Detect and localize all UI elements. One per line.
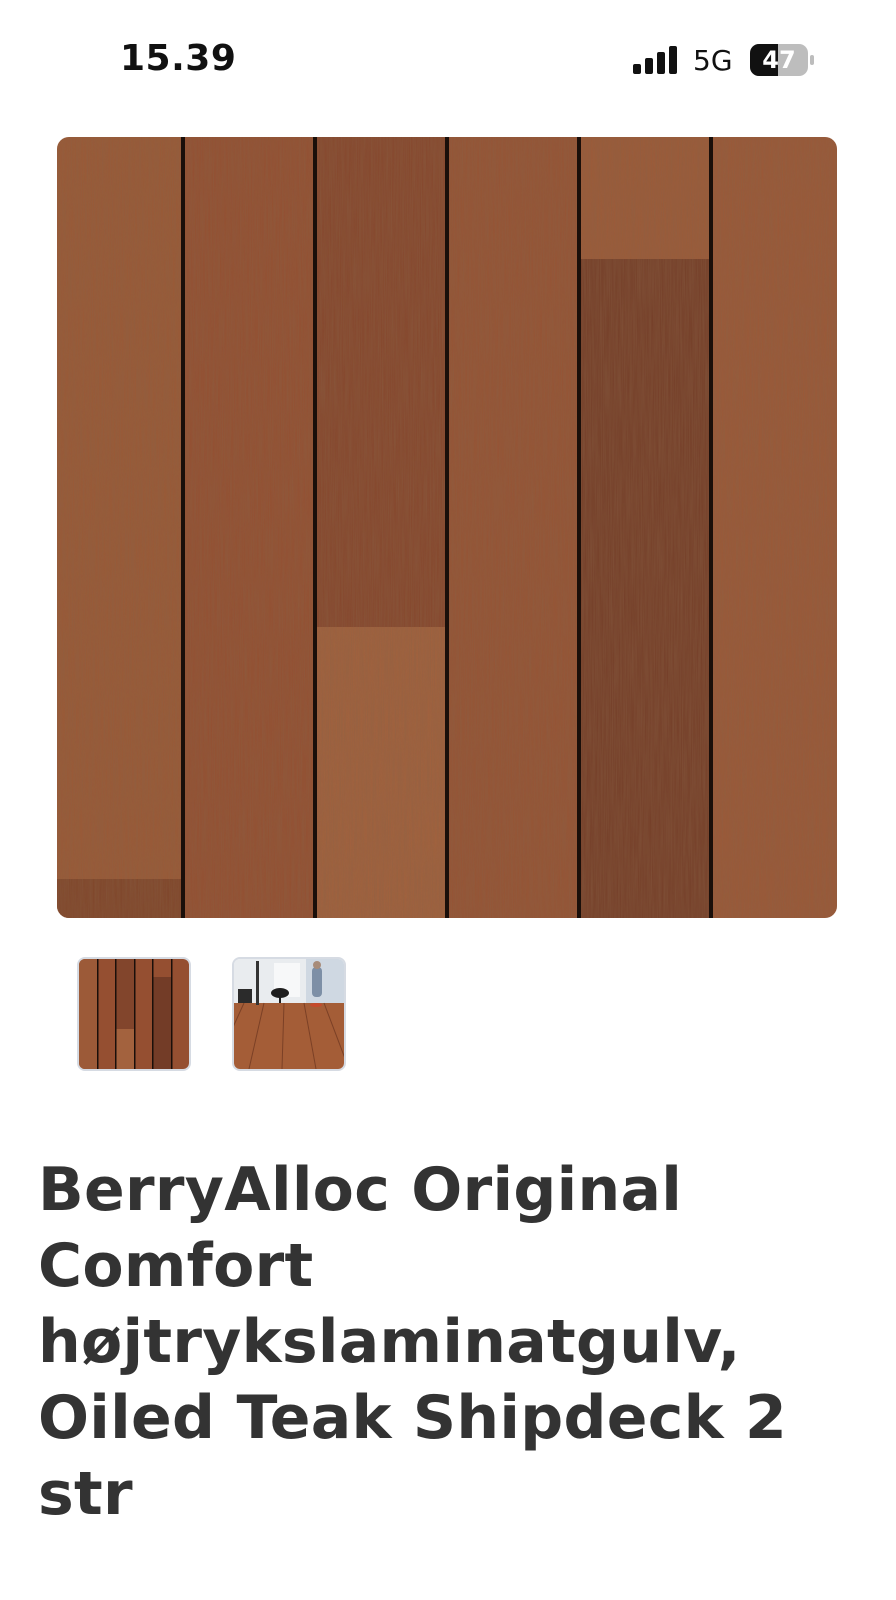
- thumbnail-wood-texture[interactable]: [77, 957, 191, 1071]
- network-label: 5G: [693, 44, 733, 77]
- product-main-image[interactable]: [57, 137, 837, 918]
- thumbnail-room-scene[interactable]: [232, 957, 346, 1071]
- product-title: BerryAlloc Original Comfort højtrykslami…: [38, 1155, 788, 1529]
- wood-plank-thumbnail: [79, 959, 189, 1069]
- battery-level: 47: [762, 46, 796, 74]
- status-bar: 15.39 5G 47: [0, 0, 896, 120]
- wood-plank-texture: [57, 137, 837, 918]
- signal-icon: [633, 46, 677, 74]
- room-floor-thumbnail: [234, 959, 344, 1069]
- status-time: 15.39: [120, 38, 237, 79]
